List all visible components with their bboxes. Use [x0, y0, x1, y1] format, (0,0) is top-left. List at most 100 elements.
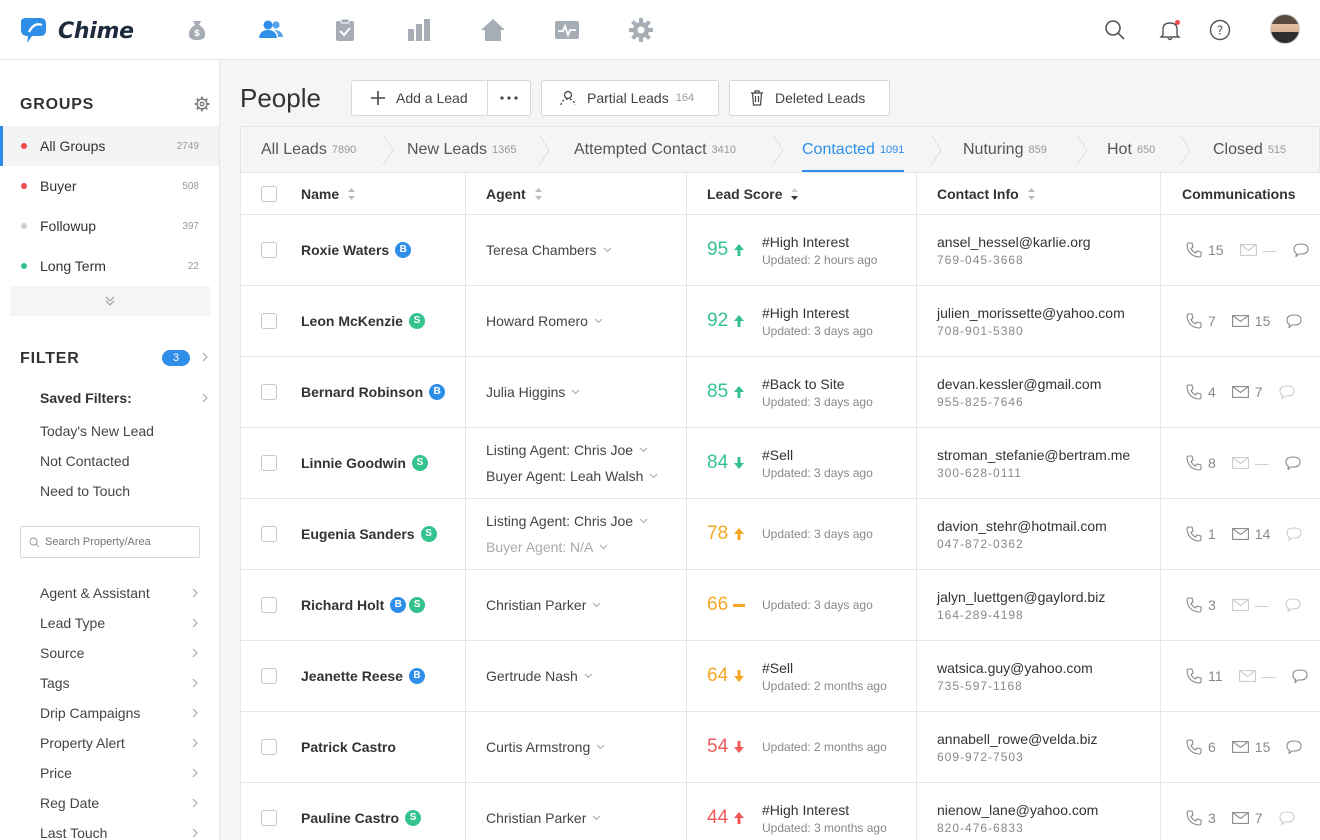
row-checkbox[interactable] — [261, 242, 277, 258]
contact-phone[interactable]: 735-597-1168 — [937, 679, 1023, 693]
column-header-name[interactable]: Name — [301, 173, 356, 215]
agent-select[interactable]: Listing Agent: Chris Joe — [486, 437, 648, 463]
call-count[interactable]: 11 — [1186, 668, 1223, 684]
contact-email[interactable]: nienow_lane@yahoo.com — [937, 802, 1098, 818]
row-checkbox[interactable] — [261, 668, 277, 684]
email-count[interactable]: 7 — [1231, 810, 1263, 826]
filter-item[interactable]: Property Alert — [40, 728, 200, 758]
property-search-box[interactable] — [20, 526, 200, 558]
saved-filters-label[interactable]: Saved Filters: — [40, 390, 132, 406]
table-row[interactable]: Patrick Castro Curtis Armstrong 54 Updat… — [241, 712, 1320, 783]
email-count[interactable]: — — [1231, 597, 1269, 613]
message-button[interactable] — [1285, 598, 1307, 612]
lead-name-cell[interactable]: Pauline Castro S — [301, 783, 422, 840]
agent-select[interactable]: Howard Romero — [486, 308, 603, 334]
avatar[interactable] — [1270, 14, 1300, 44]
column-header-agent[interactable]: Agent — [486, 173, 543, 215]
property-search-input[interactable] — [45, 536, 195, 548]
chevron-right-icon[interactable] — [200, 393, 210, 403]
bell-icon[interactable] — [1157, 17, 1183, 43]
lead-name-cell[interactable]: Richard Holt B S — [301, 570, 426, 640]
message-button[interactable] — [1293, 243, 1315, 257]
filter-item[interactable]: Reg Date — [40, 788, 200, 818]
agent-select[interactable]: Curtis Armstrong — [486, 734, 605, 760]
contact-phone[interactable]: 609-972-7503 — [937, 750, 1024, 764]
filter-item[interactable]: Price — [40, 758, 200, 788]
table-row[interactable]: Pauline Castro S Christian Parker 44 #Hig… — [241, 783, 1320, 840]
group-item-all-groups[interactable]: All Groups 2749 — [0, 126, 219, 166]
deleted-leads-button[interactable]: Deleted Leads — [729, 80, 890, 116]
lead-name[interactable]: Bernard Robinson — [301, 384, 423, 400]
column-header-contact-info[interactable]: Contact Info — [937, 173, 1036, 215]
table-row[interactable]: Eugenia Sanders S Listing Agent: Chris Jo… — [241, 499, 1320, 570]
groups-settings-icon[interactable] — [194, 96, 210, 117]
lead-name-cell[interactable]: Patrick Castro — [301, 712, 399, 782]
lead-name-cell[interactable]: Leon McKenzie S — [301, 286, 425, 356]
contact-email[interactable]: jalyn_luettgen@gaylord.biz — [937, 589, 1105, 605]
contact-email[interactable]: davion_stehr@hotmail.com — [937, 518, 1107, 534]
lead-name[interactable]: Linnie Goodwin — [301, 455, 406, 471]
email-count[interactable]: — — [1231, 455, 1269, 471]
lead-name-cell[interactable]: Roxie Waters B — [301, 215, 412, 285]
contact-phone[interactable]: 955-825-7646 — [937, 395, 1024, 409]
call-count[interactable]: 8 — [1186, 455, 1216, 471]
lead-name-cell[interactable]: Jeanette Reese B — [301, 641, 425, 711]
agent-select[interactable]: Gertrude Nash — [486, 663, 593, 689]
lead-name[interactable]: Richard Holt — [301, 597, 384, 613]
message-button[interactable] — [1285, 456, 1307, 470]
money-bag-icon[interactable]: $ — [183, 16, 211, 44]
tab-closed[interactable]: Closed 515 — [1213, 127, 1286, 173]
saved-filter-item[interactable]: Not Contacted — [40, 453, 130, 469]
help-icon[interactable]: ? — [1207, 17, 1233, 43]
contact-phone[interactable]: 300-628-0111 — [937, 466, 1022, 480]
call-count[interactable]: 3 — [1186, 597, 1216, 613]
lead-name-cell[interactable]: Linnie Goodwin S — [301, 428, 428, 498]
group-item-followup[interactable]: Followup 397 — [0, 206, 219, 246]
agent-select[interactable]: Christian Parker — [486, 805, 601, 831]
tab-attempted-contact[interactable]: Attempted Contact 3410 — [574, 127, 736, 173]
contact-email[interactable]: ansel_hessel@karlie.org — [937, 234, 1091, 250]
contact-phone[interactable]: 820-476-6833 — [937, 821, 1024, 835]
group-item-long-term[interactable]: Long Term 22 — [0, 246, 219, 286]
contact-email[interactable]: julien_morissette@yahoo.com — [937, 305, 1125, 321]
lead-name[interactable]: Eugenia Sanders — [301, 526, 415, 542]
message-button[interactable] — [1286, 740, 1308, 754]
message-button[interactable] — [1279, 385, 1301, 399]
tab-all-leads[interactable]: All Leads 7890 — [261, 127, 356, 173]
call-count[interactable]: 1 — [1186, 526, 1216, 542]
table-row[interactable]: Leon McKenzie S Howard Romero 92 #High In… — [241, 286, 1320, 357]
message-button[interactable] — [1286, 527, 1308, 541]
tab-nuturing[interactable]: Nuturing 859 — [963, 127, 1047, 173]
agent-select[interactable]: Julia Higgins — [486, 379, 580, 405]
message-button[interactable] — [1291, 669, 1314, 683]
lead-name[interactable]: Patrick Castro — [301, 739, 396, 755]
filter-item[interactable]: Drip Campaigns — [40, 698, 200, 728]
tab-contacted[interactable]: Contacted 1091 — [802, 127, 905, 173]
people-icon[interactable] — [257, 16, 285, 44]
row-checkbox[interactable] — [261, 384, 277, 400]
call-count[interactable]: 6 — [1186, 739, 1216, 755]
table-row[interactable]: Roxie Waters B Teresa Chambers 95 #High I… — [241, 215, 1320, 286]
partial-leads-button[interactable]: Partial Leads 164 — [541, 80, 719, 116]
agent-select[interactable]: Listing Agent: Chris Joe — [486, 508, 648, 534]
agent-select[interactable]: Christian Parker — [486, 592, 601, 618]
contact-phone[interactable]: 164-289-4198 — [937, 608, 1024, 622]
email-count[interactable]: — — [1238, 668, 1276, 684]
tab-hot[interactable]: Hot 650 — [1107, 127, 1155, 173]
message-button[interactable] — [1286, 314, 1308, 328]
row-checkbox[interactable] — [261, 526, 277, 542]
contact-phone[interactable]: 708-901-5380 — [937, 324, 1024, 338]
column-header-lead-score[interactable]: Lead Score — [707, 173, 799, 215]
email-count[interactable]: 15 — [1231, 313, 1270, 329]
more-options-button[interactable] — [488, 81, 530, 115]
email-count[interactable]: 7 — [1231, 384, 1263, 400]
filter-item[interactable]: Source — [40, 638, 200, 668]
agent-select[interactable]: Buyer Agent: Leah Walsh — [486, 463, 658, 489]
call-count[interactable]: 4 — [1186, 384, 1216, 400]
email-count[interactable]: 14 — [1231, 526, 1270, 542]
gear-icon[interactable] — [627, 16, 655, 44]
table-row[interactable]: Linnie Goodwin S Listing Agent: Chris Joe… — [241, 428, 1320, 499]
bar-chart-icon[interactable] — [405, 16, 433, 44]
filter-item[interactable]: Lead Type — [40, 608, 200, 638]
saved-filter-item[interactable]: Today's New Lead — [40, 423, 154, 439]
